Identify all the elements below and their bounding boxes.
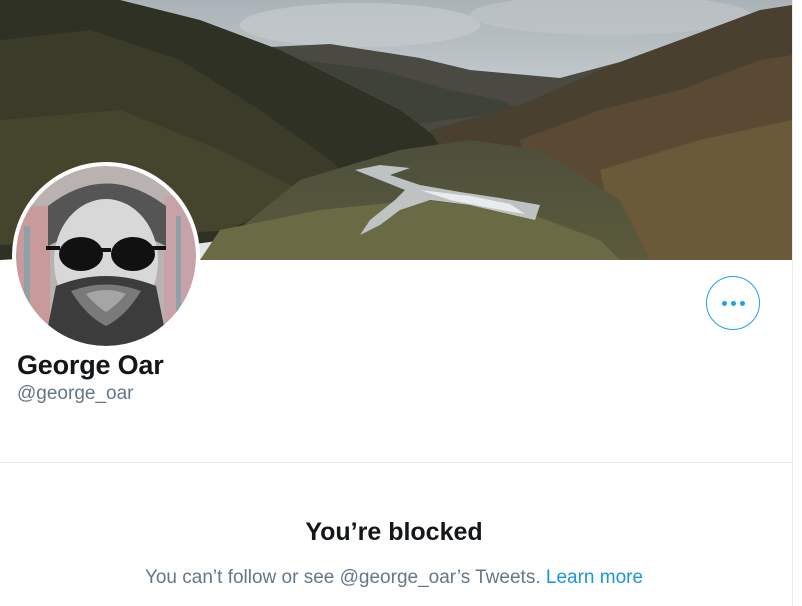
profile-page: George Oar @george_oar You’re blocked Yo… (0, 0, 802, 606)
blocked-message: You can’t follow or see @george_oar’s Tw… (0, 567, 788, 589)
blocked-message-text: You can’t follow or see @george_oar’s Tw… (144, 567, 541, 588)
learn-more-link[interactable]: Learn more (546, 567, 643, 588)
section-divider (0, 462, 792, 463)
profile-display-name: George Oar (17, 350, 164, 380)
blocked-title: You’re blocked (305, 518, 483, 546)
more-options-button[interactable] (706, 276, 760, 330)
profile-handle: @george_oar (17, 383, 134, 404)
column-border (792, 0, 793, 606)
profile-avatar[interactable] (12, 162, 200, 350)
more-horizontal-icon (720, 300, 747, 306)
